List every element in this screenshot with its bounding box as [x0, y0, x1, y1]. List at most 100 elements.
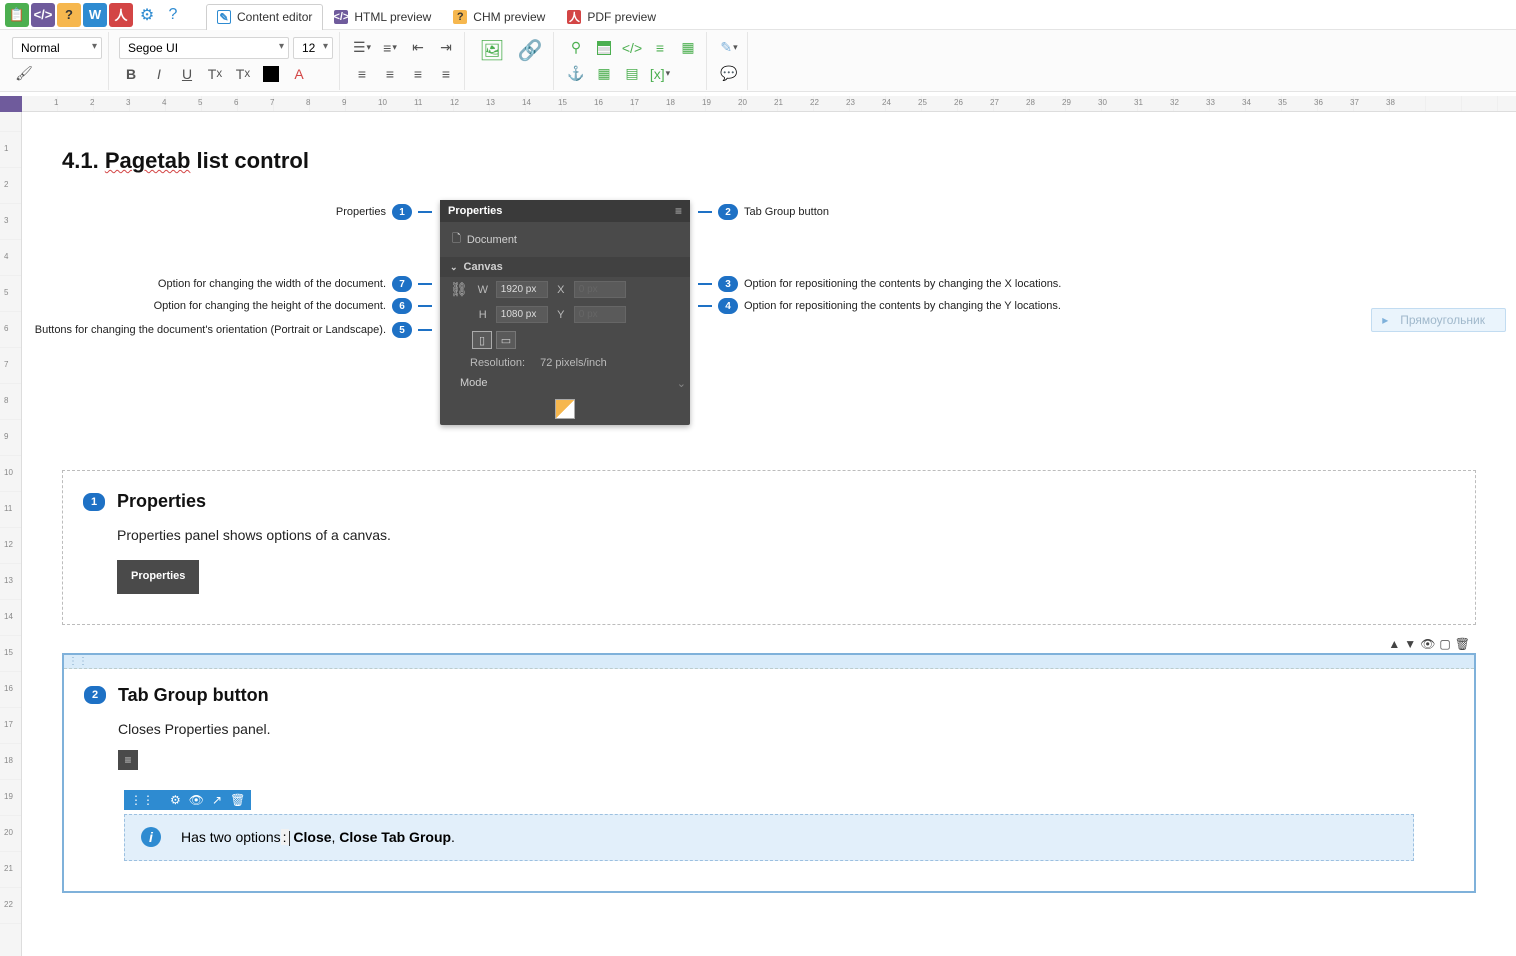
format-painter-icon[interactable]: 🖌: [12, 63, 36, 85]
attach-icon[interactable]: ⚲: [564, 37, 588, 59]
pencil-icon: ✎: [217, 10, 231, 24]
badge-3: 3: [718, 276, 738, 292]
tab-pdf-preview[interactable]: 人 PDF preview: [556, 4, 667, 30]
gear-icon[interactable]: ⚙: [170, 793, 181, 807]
x-input[interactable]: [574, 281, 626, 298]
insert-link-icon[interactable]: 🔗: [513, 34, 547, 68]
document-icon: 🗋: [452, 230, 461, 249]
visibility-icon[interactable]: 👁: [1420, 637, 1435, 651]
panel-title: Properties: [448, 205, 502, 217]
link-icon[interactable]: ⛓: [450, 281, 468, 298]
note-toolbar: ⋮⋮ ⚙ 👁 ↗ 🗑: [124, 790, 251, 810]
section-tabgroup-selected[interactable]: ▲ ▼ 👁 ▢ 🗑 ⋮⋮ 2 Tab Group button Closes P…: [62, 653, 1476, 893]
anchor-icon[interactable]: ⚓: [564, 63, 588, 85]
align-justify-icon[interactable]: ≡: [434, 63, 458, 85]
badge-2: 2: [718, 204, 738, 220]
variable-icon[interactable]: [x]▾: [648, 63, 672, 85]
subscript-icon[interactable]: Tx: [203, 63, 227, 85]
font-color-icon[interactable]: A: [287, 63, 311, 85]
tab-label: CHM preview: [473, 10, 545, 24]
grip-icon[interactable]: ⋮⋮: [64, 656, 88, 667]
y-input[interactable]: [574, 306, 626, 323]
tab-html-preview[interactable]: </> HTML preview: [323, 4, 442, 30]
style-combo-value: Normal: [21, 41, 60, 55]
chm-icon: ?: [453, 10, 467, 24]
panel-canvas-section[interactable]: ⌄ Canvas: [440, 257, 690, 277]
orientation-buttons: ▯ ▭: [472, 331, 516, 349]
align-left-icon[interactable]: ≡: [350, 63, 374, 85]
italic-icon[interactable]: I: [147, 63, 171, 85]
highlighter-icon[interactable]: ✎▾: [717, 37, 741, 59]
badge-1: 1: [83, 493, 105, 511]
link-icon[interactable]: ↗: [212, 793, 222, 807]
vertical-ruler: 12345678910111213141516171819202122: [0, 96, 22, 956]
badge-5: 5: [392, 322, 412, 338]
view-tabs: ✎ Content editor </> HTML preview ? CHM …: [206, 0, 667, 30]
editor-canvas[interactable]: 4.1. Pagetab list control Properties 1 O…: [22, 112, 1516, 956]
annotated-figure: Properties 1 Option for changing the wid…: [62, 200, 1476, 440]
size-combo[interactable]: 12: [293, 37, 333, 59]
callout-properties: Properties 1: [336, 204, 432, 220]
help-topic-icon[interactable]: ?: [57, 3, 81, 27]
landscape-button[interactable]: ▭: [496, 331, 516, 349]
outdent-icon[interactable]: ⇤: [406, 37, 430, 59]
video-icon[interactable]: [592, 37, 616, 59]
section-title: Tab Group button: [118, 685, 269, 706]
page-title: 4.1. Pagetab list control: [62, 148, 1476, 174]
indent-icon[interactable]: ⇥: [434, 37, 458, 59]
superscript-icon[interactable]: Tx: [231, 63, 255, 85]
number-list-icon[interactable]: ≡▾: [378, 37, 402, 59]
underline-icon[interactable]: U: [175, 63, 199, 85]
expand-icon[interactable]: ▢: [1439, 637, 1450, 651]
comment-icon[interactable]: 💬: [717, 63, 741, 85]
tab-chm-preview[interactable]: ? CHM preview: [442, 4, 556, 30]
pdf-icon: 人: [567, 10, 581, 24]
badge-1: 1: [392, 204, 412, 220]
format-toolbar: Normal 🖌 Segoe UI 12 B I U Tx Tx A ☰▾: [0, 30, 1516, 92]
callout-width: Option for changing the width of the doc…: [158, 276, 432, 292]
question-icon[interactable]: ?: [160, 2, 186, 28]
code-icon[interactable]: </>: [31, 3, 55, 27]
panel-footer-icon: [555, 399, 575, 419]
badge-6: 6: [392, 298, 412, 314]
insert-image-icon[interactable]: 🖼: [475, 34, 509, 68]
hamburger-icon: ≡: [118, 750, 138, 770]
font-combo[interactable]: Segoe UI: [119, 37, 289, 59]
hr-icon[interactable]: ≡: [648, 37, 672, 59]
chevron-down-icon[interactable]: ⌄: [677, 377, 686, 390]
word-icon[interactable]: W: [83, 3, 107, 27]
table-icon[interactable]: ▦: [592, 63, 616, 85]
align-center-icon[interactable]: ≡: [378, 63, 402, 85]
trash-icon[interactable]: 🗑: [230, 793, 245, 807]
horizontal-ruler: 1234567891011121314151617181920212223242…: [22, 96, 1516, 112]
align-right-icon[interactable]: ≡: [406, 63, 430, 85]
portrait-button[interactable]: ▯: [472, 331, 492, 349]
move-down-icon[interactable]: ▼: [1404, 637, 1416, 651]
move-up-icon[interactable]: ▲: [1388, 637, 1400, 651]
properties-chip: Properties: [117, 560, 199, 594]
bullet-list-icon[interactable]: ☰▾: [350, 37, 374, 59]
badge-7: 7: [392, 276, 412, 292]
width-input[interactable]: [496, 281, 548, 298]
height-input[interactable]: [496, 306, 548, 323]
gear-icon[interactable]: ⚙: [134, 2, 160, 28]
trash-icon[interactable]: 🗑: [1455, 637, 1470, 651]
bg-color-swatch[interactable]: [259, 63, 283, 85]
grip-icon[interactable]: ⋮⋮: [130, 793, 154, 807]
badge-4: 4: [718, 298, 738, 314]
info-note[interactable]: i Has two options: Close, Close Tab Grou…: [124, 814, 1414, 861]
eye-icon[interactable]: 👁: [189, 793, 204, 807]
style-combo[interactable]: Normal: [12, 37, 102, 59]
code-insert-icon[interactable]: </>: [620, 37, 644, 59]
clipboard-icon[interactable]: 📋: [5, 3, 29, 27]
bold-icon[interactable]: B: [119, 63, 143, 85]
pdf-icon[interactable]: 人: [109, 3, 133, 27]
tab-content-editor[interactable]: ✎ Content editor: [206, 4, 323, 30]
hamburger-icon[interactable]: ≡: [675, 204, 682, 218]
ghost-rectangle-button[interactable]: Прямоугольник: [1371, 308, 1506, 332]
selection-controls: ▲ ▼ 👁 ▢ 🗑: [1388, 637, 1470, 651]
font-combo-value: Segoe UI: [128, 41, 178, 55]
ruler-corner-icon: [0, 96, 22, 112]
grid-icon[interactable]: ▤: [620, 63, 644, 85]
box-icon[interactable]: ▦: [676, 37, 700, 59]
